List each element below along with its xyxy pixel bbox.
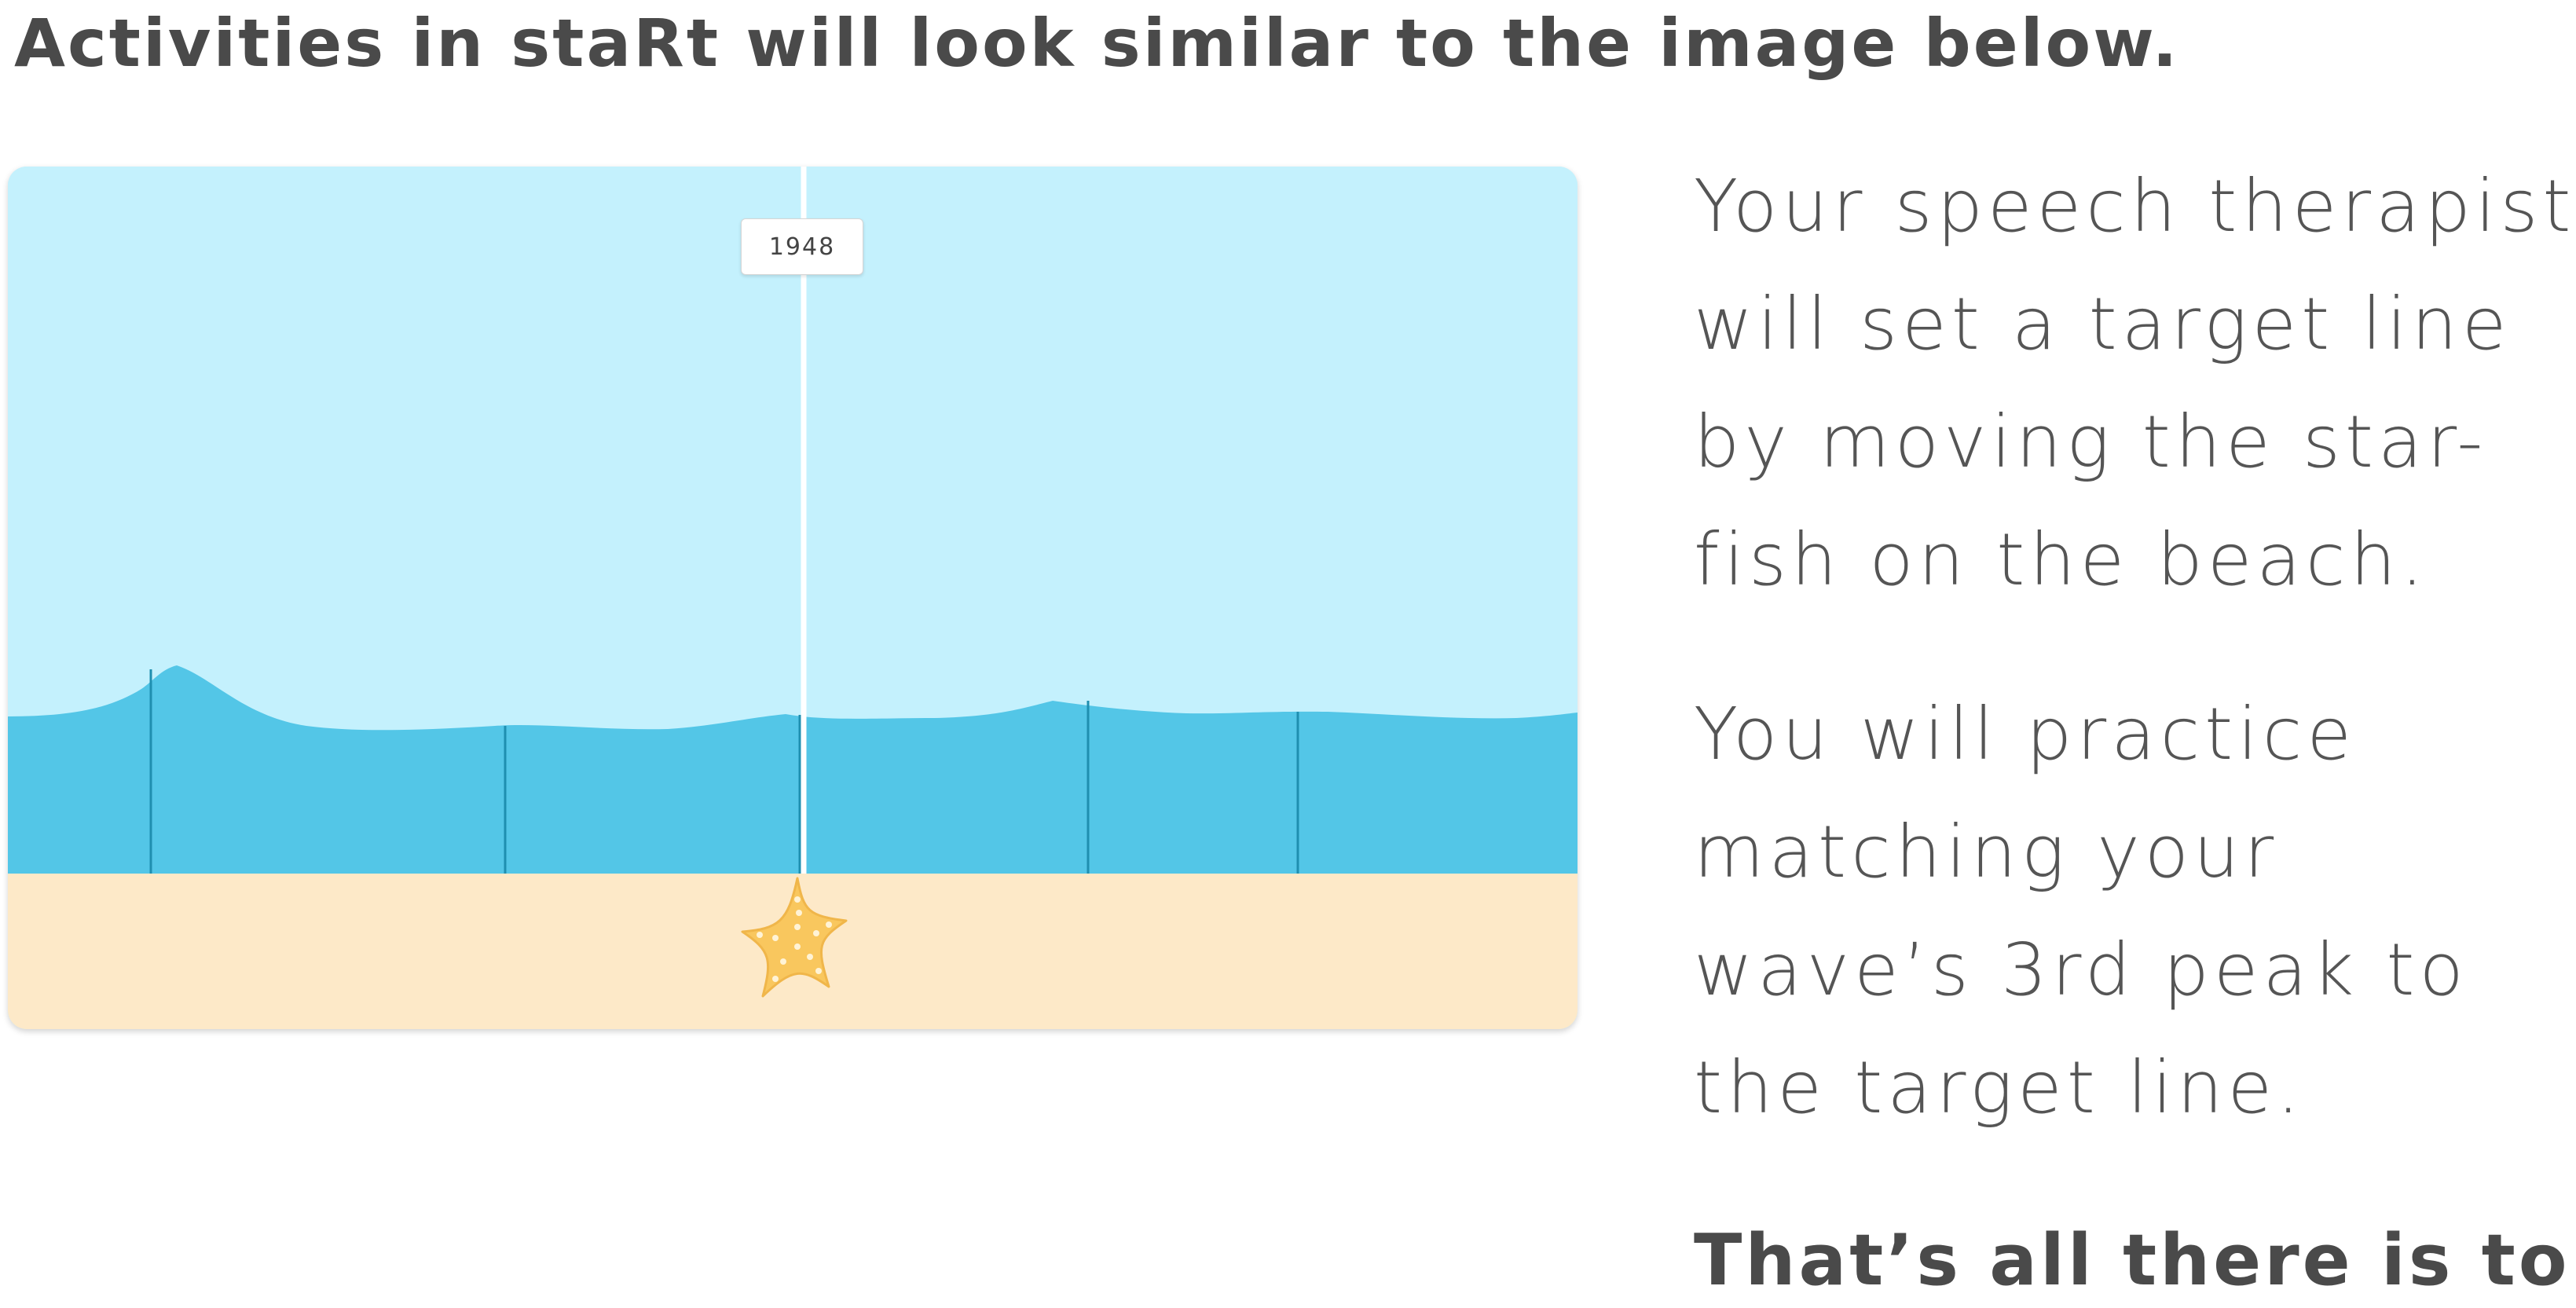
text-line: fish on the beach. bbox=[1694, 518, 2429, 602]
instruction-paragraph-1: Your speech therapist will set a target … bbox=[1694, 148, 2576, 619]
target-value-label[interactable]: 1948 bbox=[741, 218, 863, 275]
closing-statement: That’s all there is to it. bbox=[1694, 1219, 2576, 1302]
text-line: matching your bbox=[1694, 810, 2279, 894]
wave-scene-graphic bbox=[8, 167, 1577, 1029]
text-line: You will practice bbox=[1694, 692, 2356, 776]
page-heading: Activities in staRt will look similar to… bbox=[14, 5, 2180, 82]
activity-scene[interactable]: 1948 bbox=[8, 167, 1577, 1029]
instruction-paragraph-2: You will practice matching your wave’s 3… bbox=[1694, 676, 2566, 1147]
text-line: the target line. bbox=[1694, 1046, 2305, 1130]
text-line: Your speech therapist bbox=[1694, 164, 2576, 248]
text-line: wave’s 3rd peak to bbox=[1694, 928, 2468, 1012]
text-line: will set a target line bbox=[1694, 282, 2512, 366]
text-line: by moving the star- bbox=[1694, 400, 2488, 484]
